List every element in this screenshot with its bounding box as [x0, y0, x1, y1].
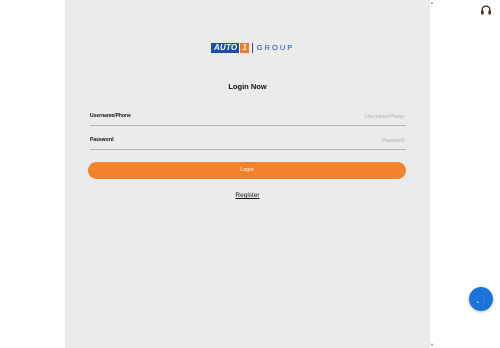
logo-one-text: 1	[240, 43, 249, 53]
scroll-up-icon[interactable]: ▲	[429, 0, 435, 6]
auto1-group-logo: AUTO 1 GROUP	[211, 43, 294, 53]
logo-group-text: GROUP	[256, 43, 295, 52]
register-link[interactable]: Register	[65, 192, 430, 199]
password-label: Password	[90, 137, 114, 143]
scrollbar[interactable]: ▲ ▼	[429, 0, 435, 348]
logo-divider	[251, 43, 253, 53]
chat-bubble-icon	[477, 295, 485, 304]
username-input[interactable]	[204, 111, 404, 123]
chat-button[interactable]	[469, 287, 493, 311]
page-title: Login Now	[228, 82, 267, 91]
username-label: Username/Phone	[90, 113, 131, 119]
page: ▲ ▼ AUTO 1 GROUP Login Now Username/Phon…	[0, 0, 500, 348]
logo-auto-text: AUTO	[211, 43, 240, 53]
login-button[interactable]: Login	[88, 162, 406, 179]
password-field: Password	[90, 135, 406, 150]
password-input[interactable]	[204, 135, 404, 147]
scroll-down-icon[interactable]: ▼	[429, 342, 435, 348]
username-field: Username/Phone	[90, 111, 406, 126]
headset-icon[interactable]	[480, 3, 492, 15]
